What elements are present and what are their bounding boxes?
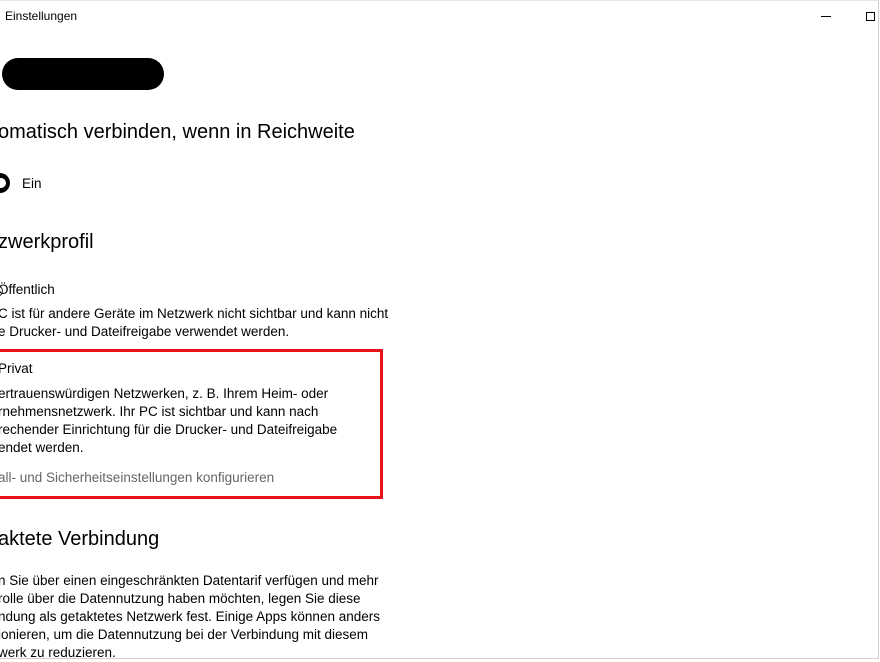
private-description-line: rnehmensnetzwerk. Ihr PC ist sichtbar un… (0, 404, 319, 419)
toggle-state-label: Ein (22, 176, 42, 191)
private-description-line: rechender Einrichtung für die Drucker- u… (0, 422, 338, 437)
private-description-line: endet werden. (0, 440, 84, 455)
minimize-icon (821, 15, 831, 17)
window-title: Einstellungen (5, 9, 78, 23)
title-bar: Einstellungen (0, 0, 880, 32)
firewall-settings-link[interactable]: all- und Sicherheitseinstellungen konfig… (0, 470, 274, 485)
private-description-line: ertrauenswürdigen Netzwerken, z. B. Ihre… (0, 386, 329, 401)
metered-connection-heading: aktete Verbindung (0, 528, 160, 550)
public-description-line: e Drucker- und Dateifreigabe verwendet w… (0, 324, 290, 339)
public-description-line: C ist für andere Geräte im Netzwerk nich… (0, 306, 389, 321)
private-option-label: Privat (0, 361, 33, 376)
metered-description-line: ndung als getaktetes Netzwerk fest. Eini… (0, 609, 380, 624)
maximize-button[interactable] (847, 0, 880, 32)
metered-description-line: werk zu reduzieren. (0, 645, 116, 660)
minimize-button[interactable] (803, 0, 849, 32)
metered-description-line: n Sie über einen eingeschränkten Datenta… (0, 573, 379, 588)
public-option-label: Öffentlich (0, 282, 55, 297)
maximize-icon (865, 11, 875, 21)
redacted-network-name (2, 58, 164, 90)
metered-description-line: ionieren, um die Datennutzung bei der Ve… (0, 627, 368, 642)
metered-description-line: rolle über die Datennutzung haben möchte… (0, 591, 361, 606)
network-profile-heading: zwerkprofil (0, 231, 94, 253)
auto-connect-heading: omatisch verbinden, wenn in Reichweite (0, 121, 355, 143)
